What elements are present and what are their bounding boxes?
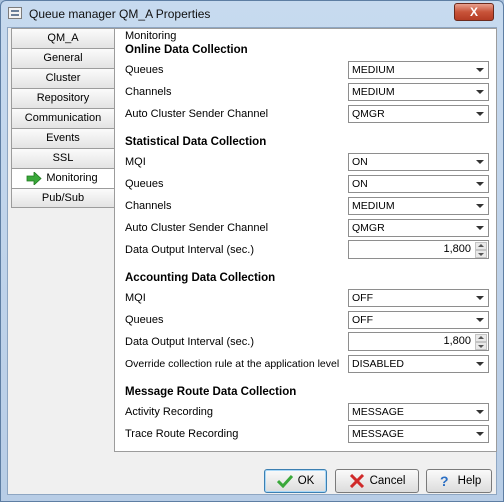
stat-queues-label: Queues [125, 178, 164, 190]
spinner-value: 1,800 [443, 243, 471, 255]
select-value: MEDIUM [352, 86, 395, 98]
close-button[interactable]: X [454, 3, 494, 21]
tab-pub-sub[interactable]: Pub/Sub [11, 188, 115, 208]
spin-up-icon[interactable] [475, 334, 487, 342]
online-channels-select[interactable]: MEDIUM [348, 83, 489, 101]
select-value: MESSAGE [352, 406, 404, 418]
select-value: OFF [352, 292, 373, 304]
tab-label: Pub/Sub [41, 192, 85, 204]
help-label: Help [457, 475, 482, 487]
stat-channels-label: Channels [125, 200, 172, 212]
acct-interval-label: Data Output Interval (sec.) [125, 336, 254, 348]
chevron-down-icon [476, 226, 484, 230]
chevron-down-icon [476, 362, 484, 366]
monitoring-panel: Monitoring Online Data Collection Queues… [114, 28, 497, 452]
select-value: MESSAGE [352, 428, 404, 440]
tab-label: QM_A [47, 32, 79, 44]
dialog-body: QM_A General Cluster Repository Communic… [7, 27, 497, 495]
select-value: ON [352, 156, 368, 168]
section-title-accounting: Accounting Data Collection [125, 272, 276, 284]
ok-label: OK [297, 475, 315, 487]
select-value: QMGR [352, 108, 385, 120]
checkmark-icon [276, 474, 293, 488]
tab-label: General [43, 52, 83, 64]
online-acs-select[interactable]: QMGR [348, 105, 489, 123]
section-title-online: Online Data Collection [125, 44, 248, 56]
stat-channels-select[interactable]: MEDIUM [348, 197, 489, 215]
online-queues-select[interactable]: MEDIUM [348, 61, 489, 79]
stat-mqi-select[interactable]: ON [348, 153, 489, 171]
tab-ssl[interactable]: SSL [11, 148, 115, 168]
chevron-down-icon [476, 160, 484, 164]
tab-label: Cluster [45, 72, 81, 84]
help-icon: ? [440, 474, 449, 488]
properties-window: Queue manager QM_A Properties X QM_A Gen… [0, 0, 504, 502]
tab-label: SSL [52, 152, 74, 164]
stat-mqi-label: MQI [125, 156, 146, 168]
chevron-down-icon [476, 90, 484, 94]
section-title-statistical: Statistical Data Collection [125, 136, 267, 148]
arrow-right-icon [26, 172, 42, 185]
ok-button[interactable]: OK [264, 469, 327, 493]
chevron-down-icon [476, 68, 484, 72]
route-activity-select[interactable]: MESSAGE [348, 403, 489, 421]
online-queues-label: Queues [125, 64, 164, 76]
chevron-down-icon [476, 410, 484, 414]
window-icon [8, 7, 22, 19]
tab-label: Communication [24, 112, 102, 124]
spinner-value: 1,800 [443, 335, 471, 347]
stat-interval-spinner[interactable]: 1,800 [348, 240, 489, 259]
route-trace-label: Trace Route Recording [125, 428, 239, 440]
select-value: MEDIUM [352, 200, 395, 212]
tab-cluster[interactable]: Cluster [11, 68, 115, 88]
acct-interval-spinner[interactable]: 1,800 [348, 332, 489, 351]
tab-repository[interactable]: Repository [11, 88, 115, 108]
tab-general[interactable]: General [11, 48, 115, 68]
chevron-down-icon [476, 182, 484, 186]
section-title-route: Message Route Data Collection [125, 386, 297, 398]
stat-acs-label: Auto Cluster Sender Channel [125, 222, 269, 234]
acct-override-select[interactable]: DISABLED [348, 355, 489, 373]
tab-events[interactable]: Events [11, 128, 115, 148]
acct-override-label: Override collection rule at the applicat… [125, 358, 340, 370]
select-value: ON [352, 178, 368, 190]
select-value: DISABLED [352, 358, 404, 370]
tab-list: QM_A General Cluster Repository Communic… [11, 28, 115, 208]
stat-interval-label: Data Output Interval (sec.) [125, 244, 254, 256]
select-value: QMGR [352, 222, 385, 234]
help-button[interactable]: ? Help [426, 469, 492, 493]
tab-label: Events [46, 132, 80, 144]
acct-mqi-select[interactable]: OFF [348, 289, 489, 307]
acct-queues-label: Queues [125, 314, 164, 326]
acct-queues-select[interactable]: OFF [348, 311, 489, 329]
online-acs-label: Auto Cluster Sender Channel [125, 108, 269, 120]
spin-up-icon[interactable] [475, 242, 487, 250]
route-activity-label: Activity Recording [125, 406, 214, 418]
stat-queues-select[interactable]: ON [348, 175, 489, 193]
online-channels-label: Channels [125, 86, 172, 98]
select-value: OFF [352, 314, 373, 326]
select-value: MEDIUM [352, 64, 395, 76]
chevron-down-icon [476, 432, 484, 436]
acct-mqi-label: MQI [125, 292, 146, 304]
stat-acs-select[interactable]: QMGR [348, 219, 489, 237]
spin-down-icon[interactable] [475, 250, 487, 258]
chevron-down-icon [476, 296, 484, 300]
cross-icon [349, 474, 364, 488]
chevron-down-icon [476, 112, 484, 116]
route-trace-select[interactable]: MESSAGE [348, 425, 489, 443]
tab-qm-a[interactable]: QM_A [11, 28, 115, 48]
chevron-down-icon [476, 318, 484, 322]
cancel-label: Cancel [369, 475, 406, 487]
tab-label: Repository [36, 92, 90, 104]
tab-communication[interactable]: Communication [11, 108, 115, 128]
svg-text:?: ? [440, 474, 449, 488]
spin-down-icon[interactable] [475, 342, 487, 350]
chevron-down-icon [476, 204, 484, 208]
title-bar: Queue manager QM_A Properties X [1, 1, 503, 27]
cancel-button[interactable]: Cancel [335, 469, 419, 493]
group-label: Monitoring [125, 30, 177, 42]
window-title: Queue manager QM_A Properties [29, 7, 211, 21]
tab-monitoring[interactable]: Monitoring [11, 168, 115, 188]
